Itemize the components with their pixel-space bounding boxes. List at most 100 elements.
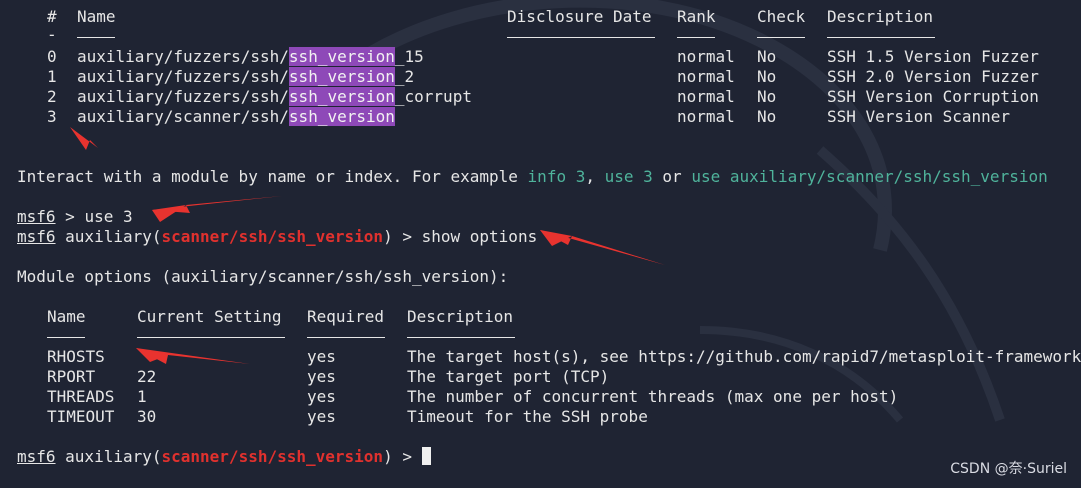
search-table-header: # Name Disclosure Date Rank Check Descri… (17, 7, 933, 27)
example-info-command: info 3 (527, 167, 586, 186)
terminal-window[interactable]: # Name Disclosure Date Rank Check Descri… (0, 0, 1081, 488)
arrow-annotation-icon (540, 230, 665, 265)
module-path-prefix: auxiliary/fuzzers/ssh/ (77, 47, 289, 66)
option-name: TIMEOUT (47, 407, 115, 426)
example-use-name-command: use auxiliary/scanner/ssh/ssh_version (691, 167, 1048, 186)
interact-hint-text: Interact with a module by name or index.… (17, 167, 528, 186)
module-rank: normal (677, 47, 735, 66)
module-path: auxiliary/fuzzers/ssh/ssh_version_2 (77, 67, 414, 87)
module-path-suffix: _15 (394, 47, 424, 66)
option-description: The target host(s), see https://github.c… (407, 347, 1081, 366)
interact-hint-line: Interact with a module by name or index.… (17, 167, 1048, 187)
module-description: SSH Version Scanner (827, 107, 1011, 126)
option-name: RHOSTS (47, 347, 105, 366)
col-header-required: Required (307, 307, 385, 326)
module-path-prefix: auxiliary/fuzzers/ssh/ (77, 87, 289, 106)
option-required: yes (307, 387, 336, 406)
date-column-rule (507, 37, 655, 38)
col-header-name: Name (77, 7, 116, 26)
command-input-line[interactable]: msf6 auxiliary(scanner/ssh/ssh_version) … (17, 447, 431, 467)
check-column-rule (757, 37, 805, 38)
module-rank: normal (677, 67, 735, 86)
arrow-annotation-icon (136, 348, 168, 362)
msf-prompt: msf6 (17, 447, 56, 466)
search-match-highlight: ssh_version (288, 107, 395, 126)
msf-prompt: msf6 (17, 207, 56, 226)
prompt-module-prefix: auxiliary( (55, 447, 162, 466)
module-check: No (757, 47, 777, 66)
option-required: yes (307, 347, 336, 366)
rank-column-rule (677, 37, 715, 38)
col-header-number: # (47, 7, 57, 26)
table-row[interactable]: 2 auxiliary/fuzzers/ssh/ssh_version_corr… (17, 87, 1039, 107)
arrow-annotation-icon (70, 127, 98, 150)
arrow-annotation-icon (136, 348, 250, 364)
example-use-index-command: use 3 (604, 167, 653, 186)
command-line-use: msf6 > use 3 (17, 207, 133, 227)
table-row[interactable]: THREADS 1 yes The number of concurrent t… (17, 387, 898, 407)
arrow-annotation-icon (540, 230, 572, 246)
option-required: yes (307, 407, 336, 426)
prompt-arrow: > (55, 207, 85, 226)
arrow-annotation-icon (152, 205, 186, 222)
interact-hint-separator: , (585, 167, 605, 186)
col-header-disclosure-date: Disclosure Date (507, 7, 652, 26)
module-path-prefix: auxiliary/fuzzers/ssh/ (77, 67, 289, 86)
table-row[interactable]: TIMEOUT 30 yes Timeout for the SSH probe (17, 407, 648, 427)
module-index: 2 (47, 87, 57, 106)
prompt-arrow: > (392, 447, 422, 466)
text-cursor[interactable] (421, 447, 431, 465)
required-column-rule (307, 337, 385, 338)
option-setting: 22 (137, 367, 157, 386)
module-path-suffix: _corrupt (394, 87, 472, 106)
module-options-title: Module options (auxiliary/scanner/ssh/ss… (17, 267, 509, 286)
table-row[interactable]: 3 auxiliary/scanner/ssh/ssh_version norm… (17, 107, 1010, 127)
prompt-module-prefix: auxiliary( (55, 227, 162, 246)
search-table-header-rule: - (17, 25, 935, 45)
module-path-prefix: auxiliary/scanner/ssh/ (77, 107, 289, 126)
active-module-name: scanner/ssh/ssh_version (161, 227, 384, 246)
table-row[interactable]: 1 auxiliary/fuzzers/ssh/ssh_version_2 no… (17, 67, 1039, 87)
active-module-name: scanner/ssh/ssh_version (161, 447, 384, 466)
prompt-module-suffix: ) (383, 227, 393, 246)
module-description: SSH 2.0 Version Fuzzer (827, 67, 1039, 86)
col-header-description: Description (827, 7, 933, 26)
show-options-command: show options (421, 227, 538, 246)
col-header-option-description: Description (407, 307, 513, 326)
interact-hint-separator: or (652, 167, 692, 186)
option-name: RPORT (47, 367, 96, 386)
description-column-rule (407, 337, 515, 338)
table-row[interactable]: 0 auxiliary/fuzzers/ssh/ssh_version_15 n… (17, 47, 1039, 67)
msf-prompt: msf6 (17, 227, 56, 246)
module-path: auxiliary/scanner/ssh/ssh_version (77, 107, 395, 127)
module-index: 1 (47, 67, 57, 86)
option-description: The target port (TCP) (407, 367, 610, 386)
module-description: SSH Version Corruption (827, 87, 1039, 106)
module-check: No (757, 67, 777, 86)
prompt-arrow: > (392, 227, 422, 246)
module-index: 0 (47, 47, 57, 66)
option-description: Timeout for the SSH probe (407, 407, 648, 426)
options-table-header-rule (17, 325, 515, 345)
search-match-highlight: ssh_version (288, 47, 395, 66)
description-column-rule (827, 37, 935, 38)
csdn-watermark: CSDN @奈·Suriel (950, 461, 1067, 477)
table-row[interactable]: RPORT 22 yes The target port (TCP) (17, 367, 609, 387)
setting-column-rule (137, 337, 285, 338)
module-check: No (757, 107, 777, 126)
arrow-annotation-icon (152, 196, 282, 213)
module-path: auxiliary/fuzzers/ssh/ssh_version_corrup… (77, 87, 472, 107)
option-setting: 30 (137, 407, 157, 426)
col-header-check: Check (757, 7, 806, 26)
prompt-module-suffix: ) (383, 447, 393, 466)
col-header-rank: Rank (677, 7, 716, 26)
module-description: SSH 1.5 Version Fuzzer (827, 47, 1039, 66)
option-description: The number of concurrent threads (max on… (407, 387, 899, 406)
col-header-option-name: Name (47, 307, 86, 326)
number-column-dash: - (47, 25, 57, 44)
module-rank: normal (677, 107, 735, 126)
search-match-highlight: ssh_version (288, 87, 395, 106)
command-line-show-options: msf6 auxiliary(scanner/ssh/ssh_version) … (17, 227, 537, 247)
use-command: use 3 (84, 207, 133, 226)
table-row[interactable]: RHOSTS yes The target host(s), see https… (17, 347, 1081, 367)
